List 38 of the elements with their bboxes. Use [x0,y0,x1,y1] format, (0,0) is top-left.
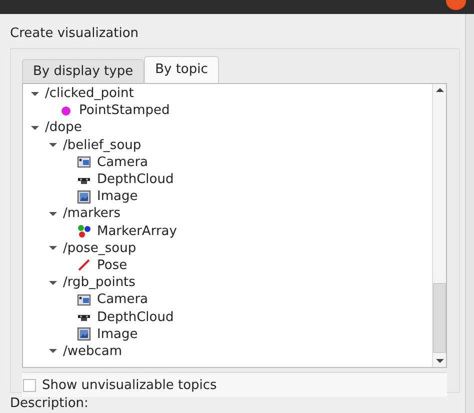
display-type-item[interactable]: Image [97,326,138,342]
image-icon [77,327,91,342]
display-type-item[interactable]: Pose [97,258,128,273]
point-icon [59,104,73,118]
scrollbar[interactable] [432,84,446,367]
topic-item[interactable]: /clicked_point [45,86,134,102]
topic-item[interactable]: /rgb_points [63,275,136,290]
display-type-item[interactable]: Camera [97,154,148,170]
camera-icon [77,155,91,170]
topic-item[interactable]: /dope [45,120,82,136]
camera-icon [77,292,91,307]
display-type-item[interactable]: DepthCloud [97,310,174,325]
tab[interactable]: By topic [144,56,219,83]
collapse-arrow-icon[interactable] [49,212,57,216]
collapse-arrow-icon[interactable] [31,92,39,96]
collapse-arrow-icon[interactable] [31,126,39,130]
scroll-thumb[interactable] [433,283,446,353]
checkbox[interactable] [23,378,36,392]
description-label: Description: [10,396,90,411]
display-type-item[interactable]: DepthCloud [97,172,174,188]
display-type-item[interactable]: MarkerArray [97,224,177,239]
dialog-heading: Create visualization [10,26,140,42]
topic-item[interactable]: /pose_soup [63,240,136,256]
collapse-arrow-icon[interactable] [49,349,57,354]
display-type-item[interactable]: Camera [97,292,148,308]
scroll-down-icon[interactable] [436,359,444,363]
image-icon [77,190,91,204]
collapse-arrow-icon[interactable] [49,280,57,285]
display-type-item[interactable]: PointStamped [79,103,170,118]
spheres-icon [77,224,91,238]
tab[interactable]: By display type [22,59,144,83]
topic-item[interactable]: /belief_soup [63,138,142,153]
topic-item[interactable]: /webcam [63,344,122,359]
topic-item[interactable]: /markers [63,206,121,222]
collapse-arrow-icon[interactable] [49,246,57,250]
display-type-item[interactable]: Image [97,189,138,204]
scroll-up-icon[interactable] [436,88,444,92]
collapse-arrow-icon[interactable] [49,143,57,148]
